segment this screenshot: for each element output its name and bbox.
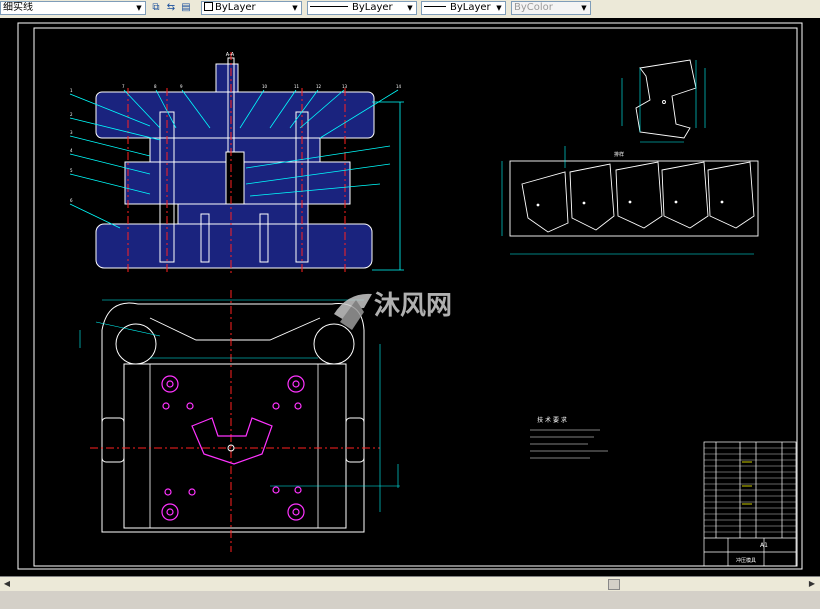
svg-text:14: 14 (396, 84, 402, 89)
chevron-down-icon[interactable]: ▼ (494, 3, 504, 13)
svg-text:8: 8 (154, 84, 157, 89)
part-view (621, 59, 706, 143)
properties-toolbar: 细实线 ▼ ⧉ ⇆ ▤ ByLayer ▼ ByLayer ▼ ByLayer … (0, 0, 820, 19)
section-label: A-A (226, 52, 235, 58)
svg-text:13: 13 (342, 84, 348, 89)
scroll-thumb[interactable] (608, 579, 620, 590)
linetype-preview-icon (310, 6, 348, 7)
tech-requirements-lines (530, 429, 608, 459)
svg-text:5: 5 (70, 168, 73, 173)
linetype-name-value: 细实线 (3, 2, 33, 13)
drawing-canvas[interactable]: 123 456 789 10 11 12 13 14 A-A 排样 技 术 要 … (0, 18, 820, 576)
svg-text:4: 4 (70, 148, 73, 153)
chevron-down-icon[interactable]: ▼ (134, 3, 144, 13)
color-control-combo[interactable]: ByLayer ▼ (201, 1, 302, 15)
svg-text:9: 9 (180, 84, 183, 89)
plotstyle-control-combo[interactable]: ByColor ▼ (511, 1, 591, 15)
svg-text:6: 6 (70, 198, 73, 203)
lineweight-control-value: ByLayer (450, 2, 491, 13)
svg-text:7: 7 (122, 84, 125, 89)
parts-list-highlight (742, 461, 752, 505)
color-control-value: ByLayer (215, 2, 256, 13)
tech-requirements-title: 技 术 要 求 (537, 416, 567, 424)
layout-label: 排样 (614, 151, 624, 158)
svg-text:10: 10 (262, 84, 268, 89)
drawing-svg[interactable]: 123 456 789 10 11 12 13 14 A-A 排样 技 术 要 … (0, 18, 820, 576)
lineweight-preview-icon (424, 6, 446, 7)
svg-text:3: 3 (70, 130, 73, 135)
chevron-down-icon[interactable]: ▼ (405, 3, 415, 13)
scroll-right-icon[interactable]: ▶ (806, 578, 818, 589)
status-bar (0, 591, 820, 609)
linetype-name-combo[interactable]: 细实线 ▼ (0, 1, 146, 15)
svg-text:11: 11 (294, 84, 300, 89)
horizontal-scrollbar[interactable]: ◀ ▶ (0, 576, 820, 591)
plotstyle-control-value: ByColor (514, 2, 553, 13)
linetype-control-value: ByLayer (352, 2, 393, 13)
scroll-left-icon[interactable]: ◀ (1, 578, 13, 589)
lineweight-control-combo[interactable]: ByLayer ▼ (421, 1, 506, 15)
svg-text:12: 12 (316, 84, 322, 89)
layer-states-icon[interactable]: ▤ (179, 1, 193, 15)
sheet-size-label: A1 (760, 542, 768, 549)
title-block-name: 冲压模具 (736, 557, 756, 564)
linetype-control-combo[interactable]: ByLayer ▼ (307, 1, 417, 15)
color-swatch-icon (204, 2, 213, 11)
layer-match-icon[interactable]: ⧉ (149, 1, 163, 15)
watermark-brand: 沐风网 (374, 291, 452, 321)
strip-layout-view (501, 146, 759, 255)
chevron-down-icon[interactable]: ▼ (290, 3, 300, 13)
chevron-down-icon: ▼ (581, 4, 587, 12)
layer-previous-icon[interactable]: ⇆ (164, 1, 178, 15)
svg-text:2: 2 (70, 112, 73, 117)
die-section-view: 123 456 789 10 11 12 13 14 (69, 52, 404, 274)
svg-text:1: 1 (70, 88, 73, 93)
